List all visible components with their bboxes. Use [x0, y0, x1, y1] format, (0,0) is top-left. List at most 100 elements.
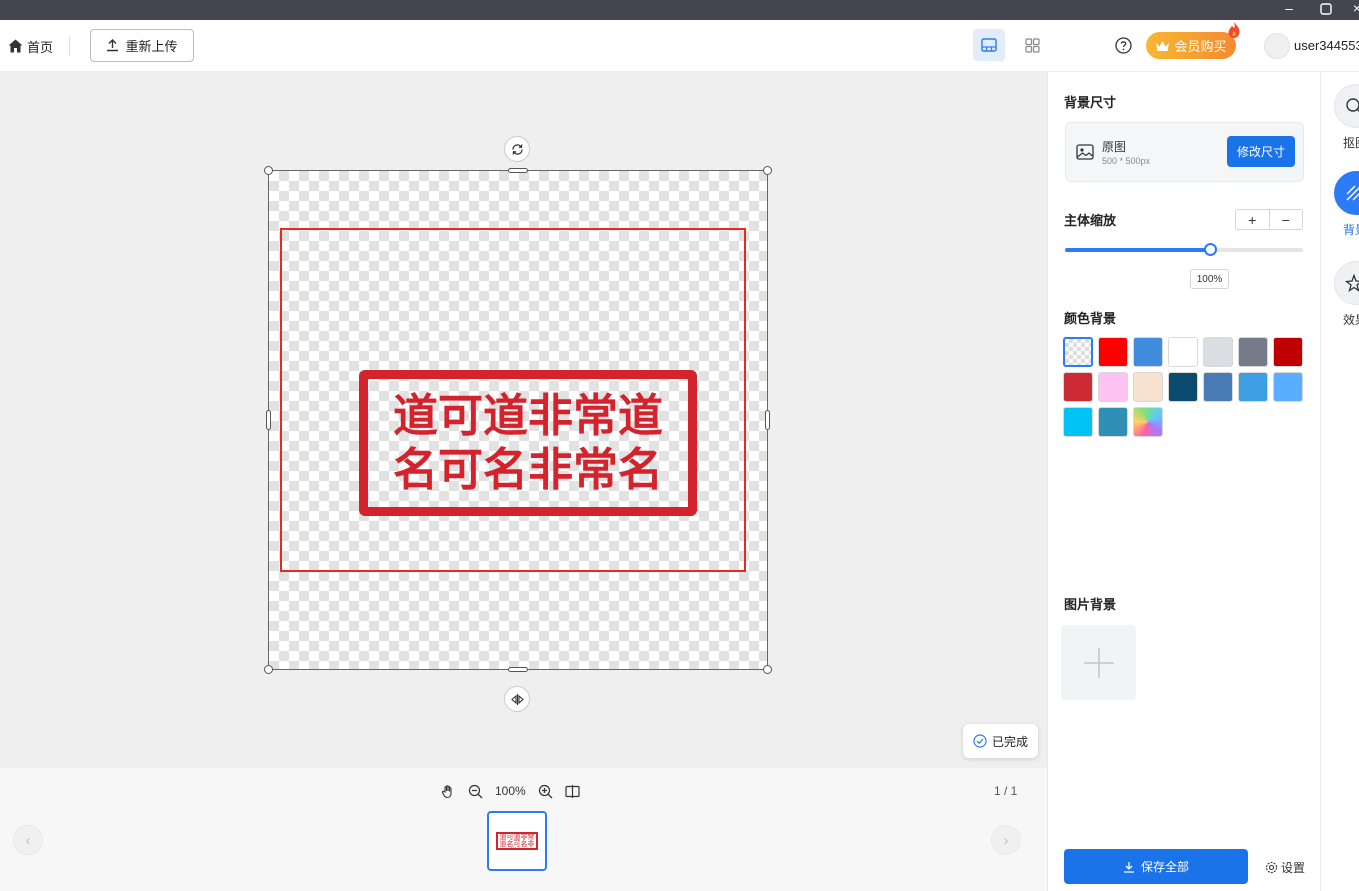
scale-minus-button[interactable]: −	[1270, 210, 1303, 229]
background-icon	[1346, 185, 1359, 201]
toolbar-divider	[69, 37, 70, 55]
cutout-icon	[1346, 98, 1359, 112]
zoom-in-icon[interactable]	[538, 784, 553, 799]
gear-icon	[1265, 861, 1278, 874]
help-icon[interactable]	[1115, 37, 1132, 54]
resize-handle-left[interactable]	[266, 410, 271, 430]
tab-cutout-circle	[1334, 84, 1359, 128]
swatch-color[interactable]	[1063, 407, 1093, 437]
download-icon	[1123, 861, 1134, 873]
seal-stamp: 道可道非常道 名可名非常名	[359, 370, 697, 516]
home-button[interactable]: 首页	[8, 36, 53, 56]
size-dimensions: 500 * 500px	[1102, 156, 1151, 166]
page-count: 1 / 1	[994, 784, 1018, 798]
swatch-color[interactable]	[1133, 372, 1163, 402]
bg-size-title: 背景尺寸	[1064, 95, 1117, 110]
settings-link[interactable]: 设置	[1265, 859, 1305, 876]
seal-line-1: 道可道非常道	[392, 389, 663, 442]
vip-purchase-button[interactable]: 会员购买	[1146, 32, 1236, 59]
scale-title: 主体缩放	[1064, 213, 1117, 228]
resize-handle-bottom[interactable]	[508, 667, 528, 672]
scale-slider-thumb[interactable]	[1204, 243, 1218, 256]
color-bg-title: 颜色背景	[1064, 311, 1117, 326]
swatch-color[interactable]	[1063, 372, 1093, 402]
username[interactable]: user344553	[1294, 38, 1359, 53]
tab-background-label: 背景	[1343, 223, 1359, 237]
window-titlebar: – ×	[0, 0, 1359, 20]
color-swatches	[1063, 337, 1308, 437]
rotate-icon	[511, 143, 523, 155]
compare-icon[interactable]	[565, 784, 580, 798]
previous-page-button[interactable]: ‹	[13, 825, 43, 855]
tab-effect[interactable]: 效果	[1334, 261, 1359, 328]
next-page-button[interactable]: ›	[991, 825, 1021, 855]
swatch-color[interactable]	[1273, 337, 1303, 367]
image-icon	[1076, 144, 1094, 160]
scale-plus-button[interactable]: +	[1236, 210, 1270, 229]
upload-icon	[107, 39, 119, 52]
minimize-icon[interactable]: –	[1276, 0, 1302, 20]
swatch-color[interactable]	[1168, 372, 1198, 402]
close-icon[interactable]: ×	[1344, 0, 1359, 20]
swatch-color[interactable]	[1168, 337, 1198, 367]
resize-handle-right[interactable]	[765, 410, 770, 430]
avatar[interactable]	[1264, 33, 1290, 59]
swatch-color[interactable]	[1098, 407, 1128, 437]
rotate-handle[interactable]	[504, 136, 530, 162]
settings-label: 设置	[1281, 861, 1306, 875]
image-frame[interactable]: 道可道非常道 名可名非常名	[264, 166, 772, 674]
tab-effect-label: 效果	[1343, 313, 1359, 327]
zoom-out-icon[interactable]	[468, 784, 483, 799]
subject-bounding-box[interactable]: 道可道非常道 名可名非常名	[280, 228, 746, 572]
save-all-button[interactable]: 保存全部	[1064, 849, 1248, 884]
resize-handle-top[interactable]	[508, 168, 528, 173]
image-thumbnail[interactable]: 道可道非常道名可名非常名	[487, 811, 547, 871]
seal-line-2: 名可名非常名	[392, 443, 663, 496]
chevron-left-icon: ‹	[25, 832, 31, 848]
vip-label: 会员购买	[1174, 39, 1227, 54]
side-tab-bar: 抠图 背景 效果	[1320, 72, 1359, 891]
tab-cutout-label: 抠图	[1343, 136, 1359, 150]
swatch-color[interactable]	[1098, 337, 1128, 367]
properties-panel: 背景尺寸 原图 500 * 500px 修改尺寸 主体缩放 + − 100% 颜…	[1047, 72, 1320, 891]
top-toolbar: 首页 重新上传 会员购买 user344553	[0, 20, 1359, 72]
done-status-label: 已完成	[991, 734, 1028, 749]
swatch-color[interactable]	[1238, 372, 1268, 402]
grid-view-icon	[1024, 37, 1040, 53]
resize-handle-top-left[interactable]	[264, 166, 273, 175]
swatch-color[interactable]	[1203, 372, 1233, 402]
resize-handle-top-right[interactable]	[763, 166, 772, 175]
grid-view-button[interactable]	[1016, 29, 1048, 61]
swatch-color[interactable]	[1098, 372, 1128, 402]
zoom-level: 100%	[495, 784, 526, 798]
add-image-background-button[interactable]	[1061, 625, 1136, 700]
hand-icon[interactable]	[441, 784, 456, 799]
swatch-color[interactable]	[1238, 337, 1268, 367]
maximize-icon[interactable]	[1313, 0, 1339, 20]
flip-icon	[510, 693, 524, 705]
scale-slider[interactable]	[1065, 243, 1303, 256]
image-bg-title: 图片背景	[1064, 597, 1117, 612]
resize-handle-bottom-left[interactable]	[264, 665, 273, 674]
swatch-transparent[interactable]	[1063, 337, 1093, 367]
home-icon	[8, 39, 23, 53]
resize-button[interactable]: 修改尺寸	[1227, 136, 1295, 167]
swatch-color[interactable]	[1273, 372, 1303, 402]
tab-background[interactable]: 背景	[1334, 171, 1359, 238]
resize-handle-bottom-right[interactable]	[763, 665, 772, 674]
swatch-color[interactable]	[1133, 337, 1163, 367]
size-name: 原图	[1102, 140, 1127, 154]
zoom-toolbar: 100%	[441, 782, 580, 800]
scale-value: 100%	[1190, 269, 1229, 289]
tab-effect-circle	[1334, 261, 1359, 305]
editor-canvas: 道可道非常道 名可名非常名 已完成	[0, 72, 1047, 768]
reupload-button[interactable]: 重新上传	[90, 29, 194, 62]
reupload-label: 重新上传	[125, 39, 178, 54]
tab-cutout[interactable]: 抠图	[1334, 84, 1359, 151]
check-circle-icon	[973, 734, 987, 748]
swatch-custom-color[interactable]	[1133, 407, 1163, 437]
scale-slider-fill	[1065, 248, 1211, 252]
swatch-color[interactable]	[1203, 337, 1233, 367]
flip-handle[interactable]	[504, 686, 530, 712]
single-view-button[interactable]	[973, 29, 1005, 61]
